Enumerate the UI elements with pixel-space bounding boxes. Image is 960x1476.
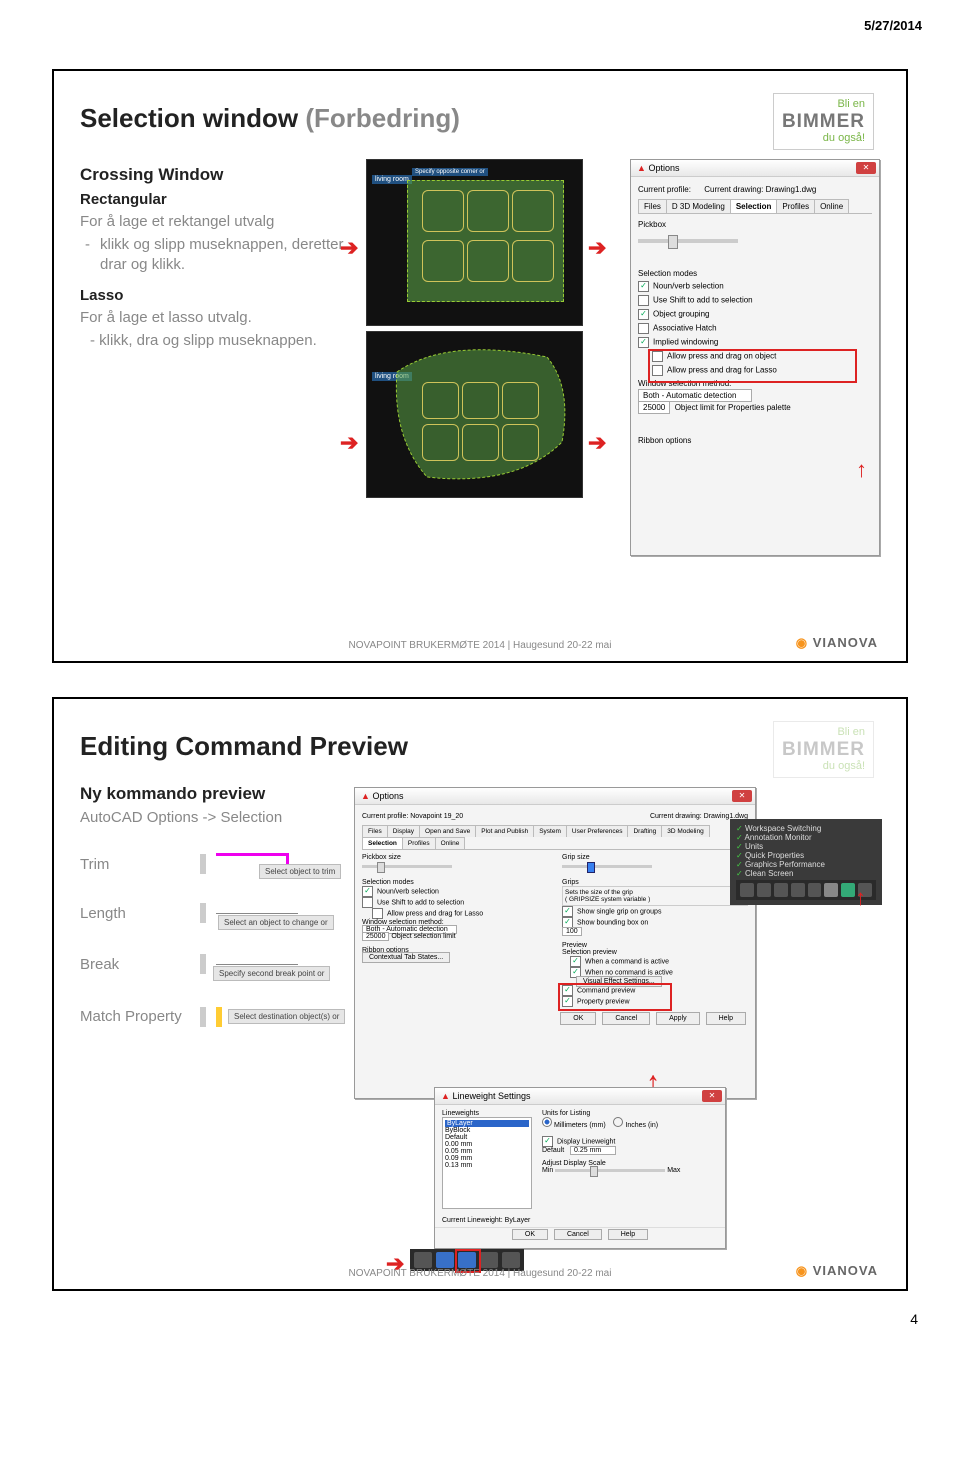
help-button[interactable]: Help	[608, 1229, 648, 1240]
red-arrow-icon: ↑	[856, 457, 867, 483]
label-match: Match Property	[80, 1008, 190, 1025]
lasso-intro: For å lage et lasso utvalg.	[80, 308, 360, 328]
red-arrow-icon	[340, 434, 362, 450]
lasso-bullet: - klikk, dra og slipp museknappen.	[80, 331, 360, 351]
red-arrow-icon	[588, 434, 610, 450]
cad-screenshots: living room Specify opposite corner or l…	[366, 159, 583, 503]
apply-button[interactable]: Apply	[656, 1012, 700, 1025]
red-arrow-icon	[340, 239, 362, 255]
red-arrow-icon: ↑	[855, 885, 866, 911]
cancel-button[interactable]: Cancel	[554, 1229, 602, 1240]
tray-item[interactable]: Units	[736, 842, 876, 851]
options-column: ▲ Options ✕ Current profile: Current dra…	[630, 159, 880, 556]
rect-intro: For å lage et rektangel utvalg	[80, 212, 360, 232]
slide-1: Bli en BIMMER du også! Selection window …	[52, 69, 908, 663]
slide-2: Bli en BIMMER du også! Editing Command P…	[52, 697, 908, 1291]
page-date: 5/27/2014	[0, 0, 960, 35]
length-tooltip: Select an object to change or	[218, 915, 334, 930]
bimmer-logo: Bli en BIMMER du også!	[773, 93, 874, 150]
red-highlight-box	[558, 983, 672, 1011]
lineweight-dialog[interactable]: ▲ Lineweight Settings ✕ Lineweights ByLa…	[434, 1087, 726, 1249]
heading-lasso: Lasso	[80, 286, 360, 306]
break-tooltip: Specify second break point or	[213, 966, 330, 981]
tray-item[interactable]: Annotation Monitor	[736, 833, 876, 842]
ok-button[interactable]: OK	[560, 1012, 596, 1025]
tray-item[interactable]: Quick Properties	[736, 851, 876, 860]
options-tabs[interactable]: FilesD 3D ModelingSelectionProfilesOnlin…	[638, 197, 872, 214]
cad-lasso-shot: living room	[366, 331, 583, 498]
label-trim: Trim	[80, 856, 190, 873]
cancel-button[interactable]: Cancel	[602, 1012, 650, 1025]
options-dialog-large[interactable]: ▲ Options ✕ Current profile: Novapoint 1…	[354, 787, 756, 1099]
dialog-title: Options	[648, 163, 679, 173]
heading-rectangular: Rectangular	[80, 190, 360, 210]
red-arrow-icon	[588, 239, 610, 255]
slide1-title: Selection window (Forbedring)	[80, 103, 880, 134]
room-label: living room	[372, 175, 412, 184]
slide1-text: Crossing Window Rectangular For å lage e…	[80, 156, 360, 351]
tray-item[interactable]: Workspace Switching	[736, 824, 876, 833]
rect-bullet: klikk og slipp museknappen, deretter dra…	[80, 235, 360, 274]
slide-footer: NOVAPOINT BRUKERMØTE 2014 | Haugesund 20…	[54, 640, 906, 651]
tray-item[interactable]: Clean Screen	[736, 869, 876, 878]
label-break: Break	[80, 956, 190, 973]
options-dialog[interactable]: ▲ Options ✕ Current profile: Current dra…	[630, 159, 880, 556]
label-length: Length	[80, 905, 190, 922]
close-icon[interactable]: ✕	[732, 790, 752, 802]
heading-crossing: Crossing Window	[80, 164, 360, 186]
close-icon[interactable]: ✕	[702, 1090, 722, 1102]
cad-rectangular-shot: living room Specify opposite corner or	[366, 159, 583, 326]
slide-footer: NOVAPOINT BRUKERMØTE 2014 | Haugesund 20…	[54, 1268, 906, 1279]
tray-item[interactable]: Graphics Performance	[736, 860, 876, 869]
trim-tooltip: Select object to trim	[259, 864, 341, 879]
status-tray-menu[interactable]: Workspace Switching Annotation Monitor U…	[730, 819, 882, 905]
close-icon[interactable]: ✕	[856, 162, 876, 174]
red-highlight-box	[648, 349, 857, 383]
bimmer-logo: Bli en BIMMER du også!	[773, 721, 874, 778]
match-tooltip: Select destination object(s) or	[228, 1009, 345, 1024]
page-number: 4	[0, 1291, 960, 1343]
slide2-title: Editing Command Preview	[80, 731, 880, 762]
help-button[interactable]: Help	[706, 1012, 746, 1025]
ok-button[interactable]: OK	[512, 1229, 548, 1240]
